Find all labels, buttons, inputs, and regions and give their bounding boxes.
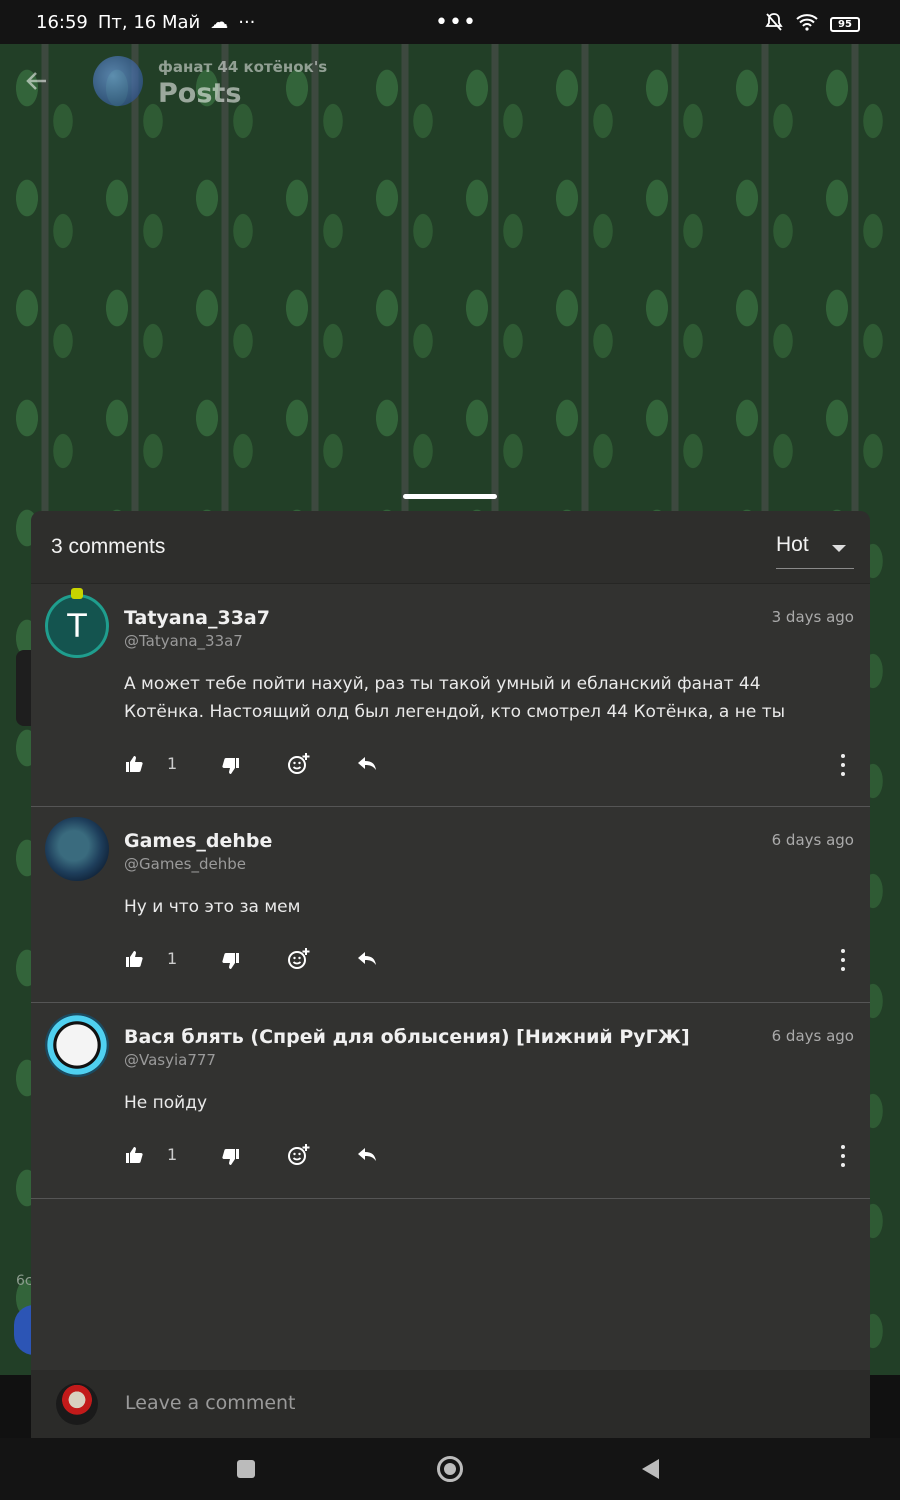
comment-handle: @Games_dehbe <box>124 855 246 873</box>
upvote-icon[interactable] <box>124 1145 144 1169</box>
more-notifications-icon: ··· <box>238 11 256 33</box>
my-avatar[interactable] <box>56 1383 98 1425</box>
lock-badge-icon <box>71 588 83 599</box>
add-reaction-icon[interactable] <box>287 947 311 975</box>
like-count: 1 <box>167 949 178 968</box>
battery-icon: 95 <box>830 17 860 32</box>
comment-composer[interactable]: Leave a comment <box>31 1370 870 1438</box>
community-name: фанат 44 котёнок's <box>158 58 328 76</box>
top-bar: фанат 44 котёнок's Posts <box>0 44 900 124</box>
avatar[interactable] <box>45 1013 109 1077</box>
comment-handle: @Vasyia777 <box>124 1051 216 1069</box>
avatar[interactable]: T <box>45 594 109 658</box>
add-reaction-icon[interactable] <box>287 1143 311 1171</box>
comment-actions: 1 <box>124 945 864 975</box>
mute-bell-icon <box>764 12 784 37</box>
sheet-drag-handle[interactable] <box>403 494 497 499</box>
add-reaction-icon[interactable] <box>287 752 311 780</box>
reply-icon[interactable] <box>356 949 378 973</box>
sort-dropdown[interactable]: Hot <box>776 533 854 569</box>
back-button[interactable] <box>642 1459 659 1479</box>
system-nav-bar <box>0 1438 900 1500</box>
comments-count: 3 comments <box>51 535 166 558</box>
reply-icon[interactable] <box>356 1145 378 1169</box>
downvote-icon[interactable] <box>221 1147 241 1171</box>
comment-author[interactable]: Tatyana_33a7 <box>124 607 270 629</box>
downvote-icon[interactable] <box>221 756 241 780</box>
cloud-icon: ☁ <box>210 11 229 33</box>
comment-actions: 1 <box>124 1141 864 1171</box>
comment-text: А может тебе пойти нахуй, раз ты такой у… <box>124 674 786 722</box>
upvote-icon[interactable] <box>124 949 144 973</box>
sort-label: Hot <box>776 533 809 556</box>
like-count: 1 <box>167 754 178 773</box>
more-options-icon[interactable] <box>839 754 847 776</box>
comment-time: 6 days ago <box>771 1027 854 1045</box>
comment-text: Не пойду <box>124 1093 208 1113</box>
comment-actions: 1 <box>124 750 864 780</box>
like-count: 1 <box>167 1145 178 1164</box>
avatar[interactable] <box>45 817 109 881</box>
status-date: Пт, 16 Май <box>97 11 201 33</box>
status-dots: ••• <box>435 10 477 35</box>
recents-button[interactable] <box>237 1460 255 1478</box>
avatar-letter: T <box>67 607 87 645</box>
comment-input[interactable]: Leave a comment <box>125 1392 296 1414</box>
comment-time: 6 days ago <box>771 831 854 849</box>
community-avatar[interactable] <box>93 56 143 106</box>
page-title: Posts <box>158 78 242 109</box>
arrow-left-icon[interactable] <box>24 68 50 101</box>
upvote-icon[interactable] <box>124 754 144 778</box>
reply-icon[interactable] <box>356 754 378 778</box>
comment-author[interactable]: Вася блять (Спрей для облысения) [Нижний… <box>124 1026 690 1048</box>
status-time: 16:59 <box>36 11 88 33</box>
wifi-icon <box>796 13 818 36</box>
comments-header: 3 comments Hot <box>31 511 870 584</box>
comment-handle: @Tatyana_33a7 <box>124 632 243 650</box>
home-button[interactable] <box>437 1456 463 1482</box>
comment-text: Ну и что это за мем <box>124 897 301 917</box>
more-options-icon[interactable] <box>839 1145 847 1167</box>
comment-time: 3 days ago <box>771 608 854 626</box>
more-options-icon[interactable] <box>839 949 847 971</box>
chevron-down-icon <box>832 545 846 552</box>
downvote-icon[interactable] <box>221 951 241 975</box>
comment-author[interactable]: Games_dehbe <box>124 830 272 852</box>
side-panel-peek[interactable] <box>16 650 31 726</box>
status-bar: 16:59 Пт, 16 Май ☁ ··· ••• 95 <box>0 0 900 44</box>
